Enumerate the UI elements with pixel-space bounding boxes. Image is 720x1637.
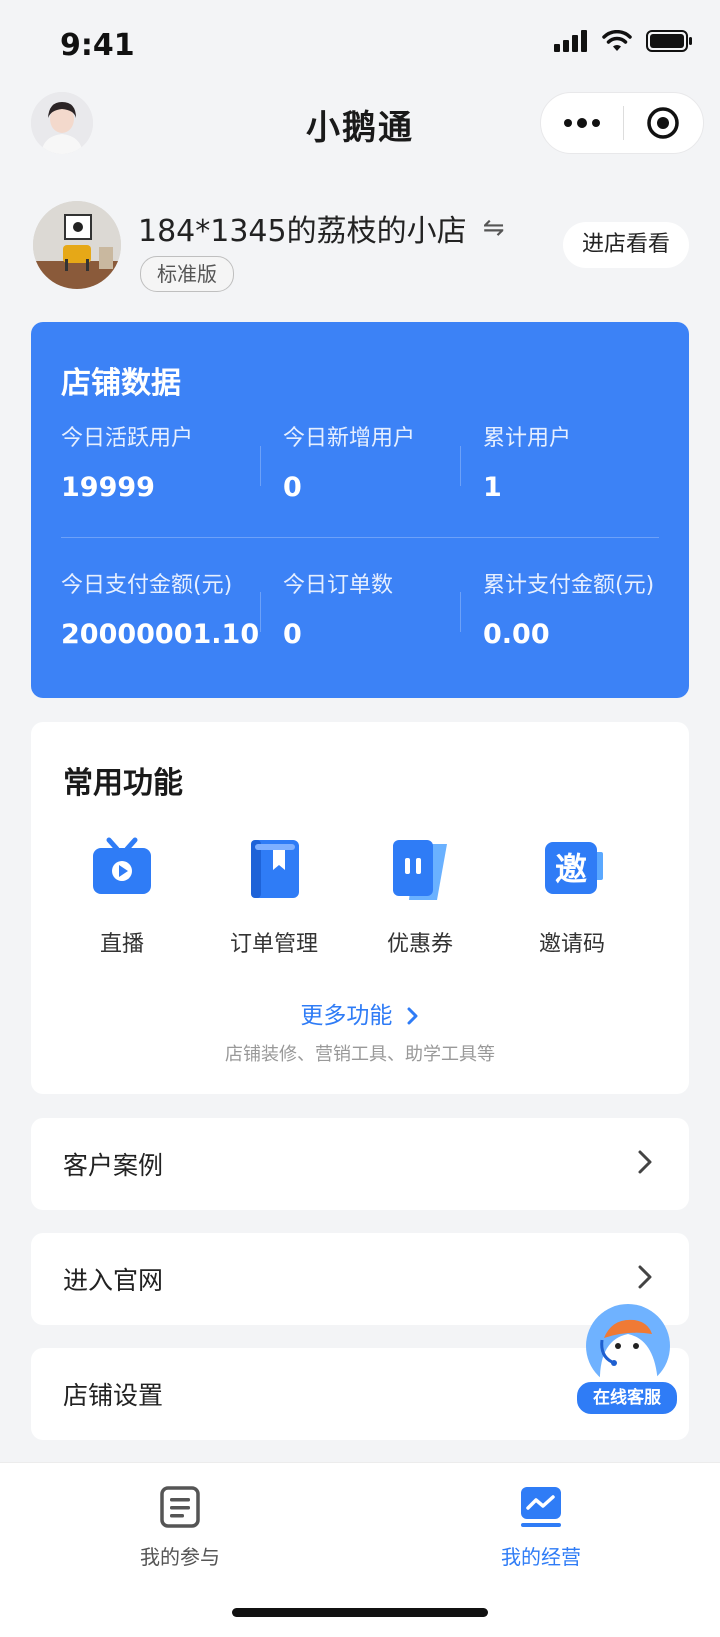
metric-label: 累计用户 xyxy=(483,426,572,451)
metric-value: 0.00 xyxy=(483,619,550,650)
metric-divider xyxy=(260,592,261,632)
metric-divider xyxy=(460,592,461,632)
more-functions-label: 更多功能 xyxy=(300,1003,393,1029)
document-list-icon xyxy=(160,1486,200,1528)
row-label: 店铺设置 xyxy=(63,1381,164,1410)
edition-badge: 标准版 xyxy=(140,256,234,292)
store-data-title: 店铺数据 xyxy=(61,366,181,401)
row-label: 进入官网 xyxy=(63,1266,164,1295)
shop-name: 184*1345的荔枝的小店 xyxy=(138,214,467,249)
battery-icon xyxy=(646,30,692,52)
status-icons xyxy=(554,30,692,52)
metrics-divider xyxy=(61,537,659,538)
mini-program-capsule xyxy=(540,92,704,154)
target-close-icon xyxy=(647,107,679,139)
status-time: 9:41 xyxy=(60,28,135,63)
more-button[interactable] xyxy=(541,92,623,154)
function-live[interactable]: 直播 xyxy=(47,834,197,958)
function-label: 直播 xyxy=(99,932,144,957)
function-orders[interactable]: 订单管理 xyxy=(199,834,349,958)
shop-image xyxy=(33,201,121,289)
more-functions-link[interactable]: 更多功能 xyxy=(31,996,689,1030)
tab-label: 我的经营 xyxy=(501,1545,581,1569)
chevron-right-icon xyxy=(638,1265,652,1289)
metric-active-users: 今日活跃用户 19999 xyxy=(61,420,193,503)
function-coupons[interactable]: 优惠券 xyxy=(345,834,495,958)
functions-card: 常用功能 直播 订单管理 优惠券 邀 邀请码 更多功能 店铺装修、营销工具、助学… xyxy=(31,722,689,1094)
metric-value: 0 xyxy=(283,472,302,503)
function-invite-code[interactable]: 邀 邀请码 xyxy=(497,834,647,958)
metric-new-users: 今日新增用户 0 xyxy=(283,420,415,503)
more-functions-subtitle: 店铺装修、营销工具、助学工具等 xyxy=(225,1044,495,1065)
shop-name-row[interactable]: 184*1345的荔枝的小店 ⇋ xyxy=(138,206,504,250)
tab-label: 我的参与 xyxy=(140,1545,220,1569)
metric-value: 20000001.10 xyxy=(61,619,260,650)
visit-shop-button[interactable]: 进店看看 xyxy=(563,222,689,268)
tab-my-business[interactable]: 我的经营 xyxy=(471,1485,611,1570)
live-tv-icon xyxy=(93,837,151,894)
metric-divider xyxy=(460,446,461,486)
cellular-signal-icon xyxy=(554,30,587,52)
coupon-icon xyxy=(393,840,447,900)
metric-label: 今日支付金额(元) xyxy=(61,573,233,598)
metric-total-users: 累计用户 1 xyxy=(483,420,571,503)
online-service-label: 在线客服 xyxy=(575,1380,679,1416)
metric-value: 1 xyxy=(483,472,502,503)
switch-shop-icon[interactable]: ⇋ xyxy=(483,213,505,243)
metric-total-payment: 累计支付金额(元) 0.00 xyxy=(483,567,654,650)
metric-today-orders: 今日订单数 0 xyxy=(283,567,393,650)
function-label: 订单管理 xyxy=(229,932,318,957)
metric-label: 累计支付金额(元) xyxy=(483,573,655,598)
store-data-card: 店铺数据 今日活跃用户 19999 今日新增用户 0 累计用户 1 今日支付金额… xyxy=(31,322,689,698)
svg-text:邀: 邀 xyxy=(555,850,587,888)
close-button[interactable] xyxy=(624,92,704,154)
chevron-right-icon xyxy=(407,1007,418,1025)
metric-value: 0 xyxy=(283,619,302,650)
metric-today-payment: 今日支付金额(元) 20000001.10 xyxy=(61,567,259,650)
more-dots-icon xyxy=(563,118,600,128)
wifi-icon xyxy=(602,30,632,51)
metric-label: 今日活跃用户 xyxy=(61,426,194,451)
function-label: 邀请码 xyxy=(538,932,605,957)
shop-avatar[interactable] xyxy=(33,201,121,289)
metric-label: 今日新增用户 xyxy=(283,426,416,451)
business-chart-icon xyxy=(521,1487,561,1527)
chevron-right-icon xyxy=(638,1150,652,1174)
functions-title: 常用功能 xyxy=(63,766,183,801)
metric-label: 今日订单数 xyxy=(283,573,394,598)
metric-divider xyxy=(260,446,261,486)
tab-my-participation[interactable]: 我的参与 xyxy=(110,1485,250,1570)
online-service-button[interactable]: 在线客服 xyxy=(575,1300,679,1416)
function-label: 优惠券 xyxy=(386,932,453,957)
row-label: 客户案例 xyxy=(63,1151,164,1180)
row-customer-cases[interactable]: 客户案例 xyxy=(31,1118,689,1210)
metric-value: 19999 xyxy=(61,472,155,503)
invite-code-icon: 邀 xyxy=(545,842,603,894)
order-book-icon xyxy=(251,840,299,898)
home-indicator xyxy=(232,1608,488,1617)
